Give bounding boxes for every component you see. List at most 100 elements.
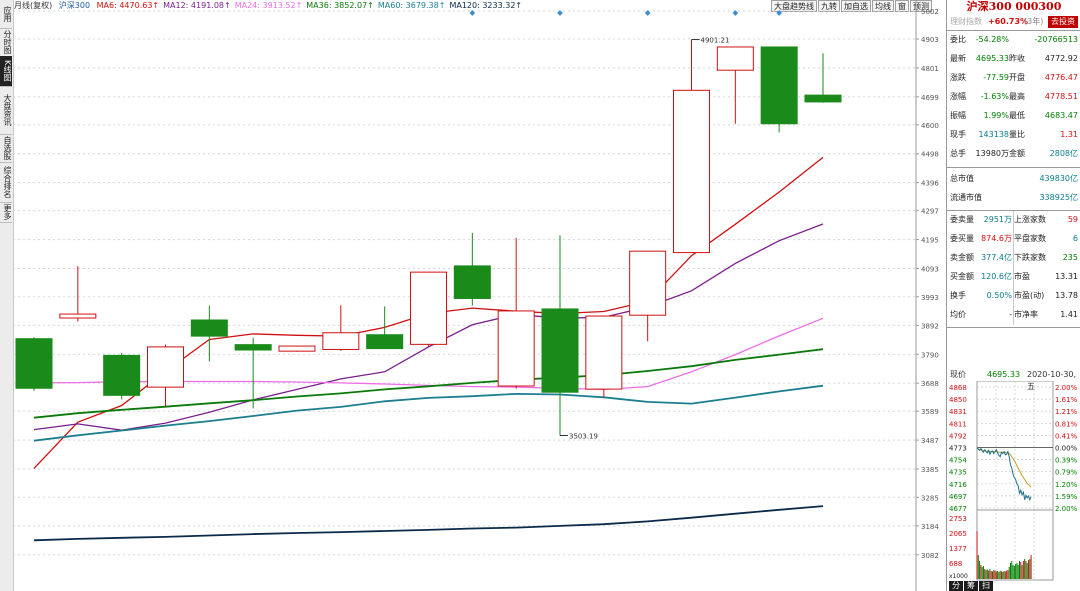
quote-value: 13.31	[1055, 272, 1078, 281]
mini-volume-tick: 2753	[949, 515, 967, 523]
mini-price-tick: 4792	[949, 432, 967, 440]
quote-label: 昨收	[1009, 54, 1025, 63]
candle-body[interactable]	[585, 315, 623, 390]
left-tab[interactable]: 大盘资讯	[0, 86, 12, 135]
mini-pct-tick: 2.00%	[1055, 505, 1078, 513]
quote-label: 下跌家数	[1014, 253, 1046, 262]
mini-price-tick: 4697	[949, 493, 967, 501]
candle-body[interactable]	[147, 346, 184, 388]
y-tick-label: 3589	[921, 408, 939, 416]
y-tick-label: 3385	[921, 466, 939, 474]
quote-row: 涨跌 -77.59 开盘 4776.47	[947, 69, 1080, 87]
quote-label: 总手	[950, 149, 966, 158]
candle-body[interactable]	[541, 308, 579, 393]
left-tab[interactable]: 应用	[0, 0, 12, 29]
mini-pct-tick: 0.41%	[1055, 432, 1078, 440]
left-tab[interactable]: 分时图	[0, 28, 12, 57]
quote-label: 委比	[950, 35, 966, 44]
y-tick-label: 3285	[921, 494, 939, 502]
candle-body[interactable]	[234, 344, 272, 351]
quote-value: -54.28%	[975, 35, 1009, 44]
candle-body[interactable]	[760, 46, 798, 125]
mini-price-tick: 4811	[949, 420, 967, 428]
candle-body[interactable]	[673, 89, 710, 254]
y-tick-label: 3993	[921, 294, 939, 302]
mini-pct-tick: 2.00%	[1055, 384, 1078, 392]
quote-label: 金额	[1009, 149, 1025, 158]
y-tick-label: 3688	[921, 380, 939, 388]
mini-pct-tick: 0.39%	[1055, 457, 1078, 465]
quote-value: 4776.47	[1044, 73, 1078, 82]
quote-value: 13.78	[1055, 291, 1078, 300]
mini-tab[interactable]: 分	[949, 581, 963, 591]
quote-row: 委比 -54.28% -20766513	[947, 31, 1080, 49]
y-tick-label: 4801	[921, 65, 939, 73]
candle-body[interactable]	[629, 250, 667, 316]
ma-line-ma120	[33, 505, 824, 542]
mini-price-tick: 4773	[949, 445, 967, 453]
mini-pct-tick: 1.59%	[1055, 493, 1078, 501]
y-tick-label: 5002	[921, 8, 939, 16]
mini-pct-tick: 1.21%	[1055, 408, 1078, 416]
candle-body[interactable]	[716, 46, 754, 71]
y-tick-label: 4498	[921, 151, 939, 159]
left-tab[interactable]: 自选股	[0, 134, 12, 163]
quote-row: 振幅 1.99% 最低 4683.47	[947, 107, 1080, 125]
mini-chart-tabs: 分筹扫	[949, 581, 994, 591]
quote-value: 377.4亿	[981, 253, 1012, 262]
candle-body[interactable]	[497, 310, 535, 387]
quote-label: 市盈(动)	[1014, 291, 1045, 300]
candle-body[interactable]	[190, 319, 228, 337]
quote-value: 6	[1072, 234, 1078, 243]
candle-body[interactable]	[804, 94, 842, 103]
mini-tab[interactable]: 扫	[979, 581, 993, 591]
candle-body[interactable]	[410, 271, 447, 345]
candle-body[interactable]	[322, 332, 360, 350]
y-tick-label: 4297	[921, 208, 939, 216]
y-tick-label: 3487	[921, 437, 939, 445]
quote-value: 2808亿	[1049, 149, 1078, 158]
event-marker-icon[interactable]	[776, 10, 782, 16]
quote-value: 4778.51	[1044, 92, 1078, 101]
quote-label: 买金额	[950, 272, 974, 281]
quote-label: 最低	[1009, 111, 1025, 120]
market-cap-row: 流通市值 338925亿	[947, 189, 1080, 207]
mini-avg-line	[976, 448, 1032, 488]
candle-body[interactable]	[59, 313, 97, 319]
candle-body[interactable]	[453, 265, 491, 299]
candle-body[interactable]	[15, 338, 53, 389]
separator	[947, 327, 1080, 328]
kline-chart[interactable]: 4901.21 3503.19 5002 4903 4801 4699 4600 4498 4…	[13, 0, 946, 591]
quote-value: 439830亿	[1039, 174, 1078, 183]
y-tick-label: 4699	[921, 94, 939, 102]
quote-value: 1.41	[1060, 310, 1078, 319]
mini-price-tick: 4850	[949, 396, 967, 404]
mini-volume-unit: x1000	[949, 573, 968, 580]
candle-body[interactable]	[366, 334, 404, 350]
mini-pct-tick: 0.00%	[1055, 445, 1078, 453]
y-tick-label: 4195	[921, 237, 939, 245]
y-tick-label: 4903	[921, 36, 939, 44]
left-tab[interactable]: K线图	[0, 56, 12, 87]
ma-line-ma60	[33, 384, 824, 442]
quote-value: -1.63%	[980, 92, 1009, 101]
quote-label: 上涨家数	[1014, 215, 1046, 224]
mini-pct-tick: 1.20%	[1055, 481, 1078, 489]
y-axis: 5002 4903 4801 4699 4600 4498 4396 4297 4195 4093…	[915, 0, 939, 591]
y-tick-label: 4093	[921, 265, 939, 273]
left-tab[interactable]: 综合排名	[0, 162, 12, 203]
mini-price-tick: 4735	[949, 469, 967, 477]
quote-value: 338925亿	[1039, 193, 1078, 202]
quote-panel: 沪深300 000300 理财指数 +60.73% (3年) 去投资 委比 -54…	[946, 0, 1080, 591]
candle-body[interactable]	[103, 354, 141, 396]
quote-label: 涨跌	[950, 73, 966, 82]
candle-body[interactable]	[278, 345, 316, 352]
intraday-mini-chart[interactable]: 4868 2.00% 4850 1.61% 4831 1.21% 4811 0.81% 4792…	[947, 381, 1080, 581]
quote-label: 振幅	[950, 111, 966, 120]
invest-button[interactable]: 去投资	[1048, 16, 1078, 28]
quote-value: 13980万	[975, 149, 1009, 158]
left-tab[interactable]: 更多	[0, 202, 12, 223]
mini-tab[interactable]: 筹	[964, 581, 978, 591]
finance-index-value: +60.73%	[988, 17, 1029, 26]
y-tick-label: 4600	[921, 122, 939, 130]
